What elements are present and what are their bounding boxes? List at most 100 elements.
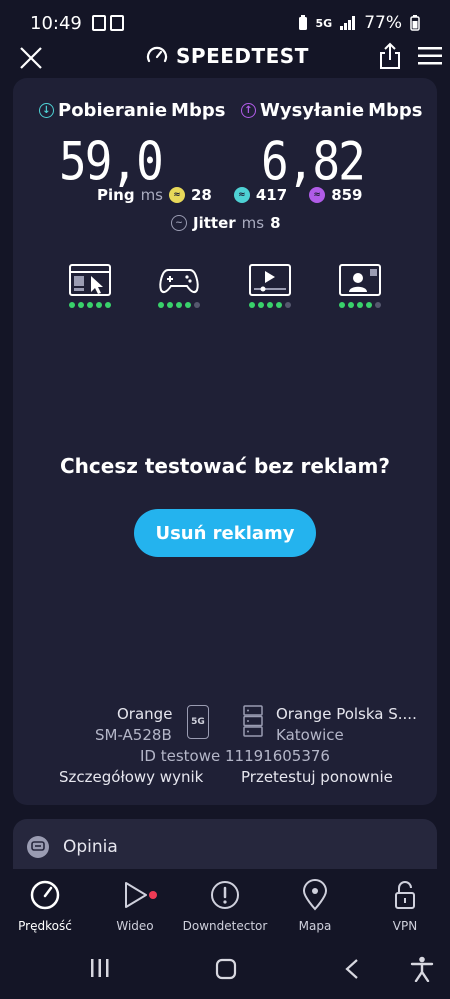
- quality-dot-on: [357, 302, 363, 308]
- nav-map-label: Mapa: [298, 919, 332, 933]
- quality-dot-on: [366, 302, 372, 308]
- status-right: 5G 77%: [298, 13, 420, 33]
- jitter-row: ~ Jitter ms 8: [171, 214, 281, 232]
- nav-vpn-label: VPN: [392, 919, 418, 933]
- notification-icon: [91, 15, 106, 31]
- battery-saver-icon: [298, 15, 307, 30]
- network-type: 5G: [315, 16, 333, 30]
- menu-icon[interactable]: [418, 46, 442, 66]
- download-arrow-icon: ↓: [39, 103, 54, 118]
- video-player-icon: [249, 264, 291, 296]
- download-label: ↓ Pobieranie Mbps: [39, 100, 225, 121]
- results-card: ↓ Pobieranie Mbps ↑ Wysyłanie Mbps 59,0 …: [13, 78, 437, 805]
- jitter-unit: ms: [241, 214, 265, 232]
- quality-dot-on: [87, 302, 93, 308]
- nav-vpn[interactable]: VPN: [360, 879, 450, 933]
- back-icon[interactable]: [344, 958, 360, 980]
- quality-dot-off: [285, 302, 291, 308]
- quality-dot-on: [158, 302, 164, 308]
- ping-download-icon: ≈: [233, 187, 250, 203]
- upload-label: ↑ Wysyłanie Mbps: [241, 100, 422, 121]
- quality-dot-on: [176, 302, 182, 308]
- quality-dot-on: [167, 302, 173, 308]
- accessibility-icon[interactable]: [410, 956, 434, 982]
- nav-downdetector-label: Downdetector: [182, 919, 268, 933]
- quality-dot-on: [185, 302, 191, 308]
- notification-icon: [109, 15, 124, 31]
- provider-name: Orange: [117, 705, 173, 723]
- nav-speed[interactable]: Prędkość: [0, 879, 90, 933]
- feedback-card[interactable]: Opinia: [13, 819, 437, 875]
- app-header: SPEEDTEST: [0, 38, 450, 76]
- system-nav-bar: [0, 940, 450, 999]
- ping-upload-value: 859: [331, 186, 363, 204]
- ping-idle-icon: ≈: [169, 187, 185, 203]
- video-badge-dot: [149, 891, 157, 899]
- home-icon[interactable]: [215, 958, 237, 980]
- signal-icon: [340, 16, 356, 30]
- jitter-value: 8: [270, 214, 281, 232]
- quality-dot-on: [69, 302, 75, 308]
- play-icon: [125, 882, 147, 908]
- speedometer-icon: [30, 880, 60, 910]
- test-id: ID testowe 11191605376: [140, 747, 330, 765]
- nav-video[interactable]: Wideo: [90, 879, 180, 933]
- retest-link[interactable]: Przetestuj ponownie: [241, 768, 393, 786]
- detailed-result-link[interactable]: Szczegółowy wynik: [59, 768, 203, 786]
- upload-unit: Mbps: [368, 100, 423, 121]
- download-label-text: Pobieranie: [58, 100, 168, 121]
- server-city: Katowice: [276, 726, 344, 744]
- feedback-label: Opinia: [63, 837, 118, 857]
- upload-label-text: Wysyłanie: [260, 100, 365, 121]
- nav-downdetector[interactable]: Downdetector: [180, 879, 270, 933]
- device-badge: 5G: [191, 717, 205, 727]
- battery-icon: [410, 15, 420, 31]
- gamepad-icon: [159, 269, 199, 294]
- bottom-nav: Prędkość Wideo Downdetector Mapa VPN: [0, 869, 450, 939]
- recent-apps-icon[interactable]: [90, 958, 110, 978]
- server-icon: [243, 705, 263, 737]
- promo-text: Chcesz testować bez reklam?: [60, 454, 390, 478]
- quality-dots: [158, 302, 200, 308]
- video-call-icon: [339, 264, 381, 296]
- quality-dot-on: [258, 302, 264, 308]
- download-value: 59,0: [59, 130, 164, 193]
- quality-dot-on: [249, 302, 255, 308]
- battery-level: 77%: [364, 13, 402, 33]
- app-title: SPEEDTEST: [176, 44, 309, 68]
- map-pin-icon: [302, 879, 328, 911]
- chat-icon: [27, 836, 49, 858]
- ping-unit: ms: [140, 186, 163, 204]
- quality-gaming[interactable]: [154, 264, 204, 308]
- nav-speed-label: Prędkość: [18, 919, 72, 933]
- lock-icon: [395, 881, 415, 909]
- ping-label: Ping: [97, 186, 135, 204]
- share-icon[interactable]: [378, 42, 402, 70]
- ping-upload-icon: ≈: [309, 187, 326, 203]
- ping-idle-value: 28: [191, 186, 212, 204]
- download-unit: Mbps: [171, 100, 226, 121]
- quality-video-call[interactable]: [335, 264, 385, 308]
- quality-dots: [249, 302, 291, 308]
- quality-dot-on: [78, 302, 84, 308]
- quality-dot-on: [276, 302, 282, 308]
- jitter-icon: ~: [171, 215, 187, 231]
- alert-icon: [211, 881, 239, 909]
- quality-dot-on: [96, 302, 102, 308]
- ping-row: Ping ms ≈ 28 ≈ 417 ≈ 859: [97, 186, 363, 204]
- quality-video[interactable]: [245, 264, 295, 308]
- quality-dot-off: [194, 302, 200, 308]
- speedometer-icon: [146, 46, 168, 63]
- quality-browsing[interactable]: [65, 264, 115, 308]
- device-model: SM-A528B: [95, 726, 172, 744]
- close-icon[interactable]: [18, 42, 44, 72]
- ping-download-value: 417: [255, 186, 288, 204]
- remove-ads-button[interactable]: Usuń reklamy: [134, 509, 316, 557]
- quality-dot-on: [348, 302, 354, 308]
- phone-5g-icon: 5G: [187, 705, 209, 739]
- quality-dots: [339, 302, 381, 308]
- upload-value: 6,82: [261, 130, 366, 193]
- status-time: 10:49: [30, 12, 82, 34]
- server-name[interactable]: Orange Polska S....: [276, 705, 417, 723]
- nav-map[interactable]: Mapa: [270, 879, 360, 933]
